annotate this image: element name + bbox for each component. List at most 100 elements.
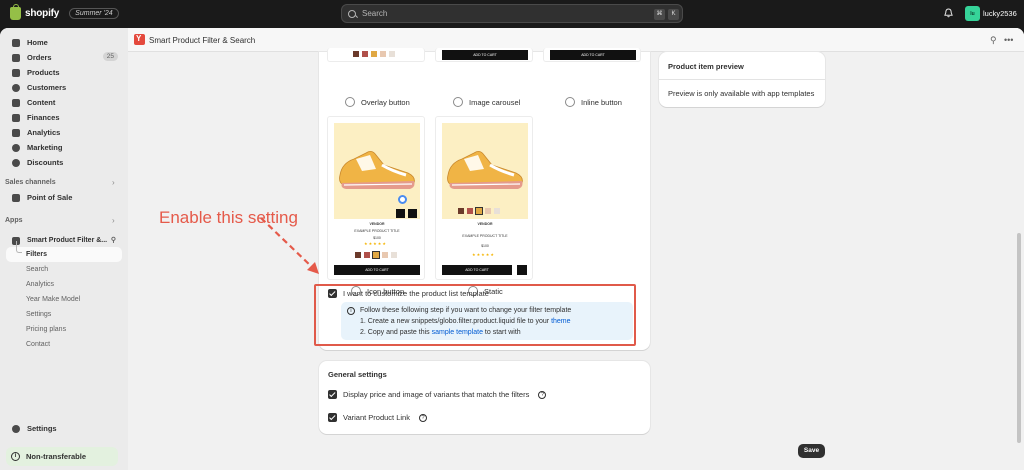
orders-count-badge: 25 bbox=[102, 52, 118, 61]
display-variant-price-checkbox[interactable]: Display price and image of variants that… bbox=[328, 390, 547, 399]
sneaker-image bbox=[339, 151, 415, 189]
sidebar-item-finances[interactable]: Finances bbox=[6, 110, 122, 125]
sidebar-subitem-contact[interactable]: Contact bbox=[26, 341, 50, 348]
sneaker-image bbox=[447, 151, 523, 189]
product-price: $100 bbox=[373, 236, 381, 240]
username: lucky2536 bbox=[983, 9, 1017, 18]
sidebar-subitem-analytics[interactable]: Analytics bbox=[26, 281, 54, 288]
app-title: Smart Product Filter & Search bbox=[149, 36, 256, 45]
save-button[interactable]: Save bbox=[798, 444, 825, 458]
star-rating: ★★★★★ bbox=[364, 241, 387, 246]
chevron-right-icon[interactable]: › bbox=[112, 216, 115, 225]
sidebar-item-customers[interactable]: Customers bbox=[6, 80, 122, 95]
template-preview-icon-button[interactable]: VENDOR EXAMPLE PRODUCT TITLE $100 ★★★★★ … bbox=[327, 116, 425, 280]
sidebar-item-label: Content bbox=[27, 98, 56, 107]
shopify-logo[interactable]: shopify Summer '24 bbox=[10, 4, 119, 20]
vendor-label: VENDOR bbox=[369, 222, 385, 226]
apps-heading[interactable]: Apps bbox=[5, 217, 23, 224]
shortcut-cmd-key: ⌘ bbox=[654, 9, 665, 20]
product-price: $100 bbox=[481, 244, 489, 248]
option-inline-button[interactable]: Inline button bbox=[565, 97, 622, 107]
top-bar: shopify Summer '24 Search ⌘ K lu lucky25… bbox=[0, 0, 1024, 28]
sidebar-item-label: Products bbox=[27, 68, 60, 77]
add-to-cart-button: ADD TO CART bbox=[442, 265, 512, 275]
annotation-arrow-icon bbox=[260, 217, 319, 274]
annotation-highlight-box bbox=[314, 284, 636, 346]
vendor-label: VENDOR bbox=[477, 222, 493, 226]
sidebar-subitem-year-make-model[interactable]: Year Make Model bbox=[26, 296, 80, 303]
radio-button[interactable] bbox=[565, 97, 575, 107]
info-icon: i bbox=[11, 452, 20, 461]
sidebar-subitem-filters[interactable]: Filters bbox=[26, 251, 47, 258]
tag-icon bbox=[12, 68, 20, 77]
option-overlay-button[interactable]: Overlay button bbox=[345, 97, 410, 107]
variant-product-link-checkbox[interactable]: Variant Product Link ? bbox=[328, 413, 427, 422]
sidebar-subitem-settings[interactable]: Settings bbox=[26, 311, 51, 318]
sidebar-item-app[interactable]: Smart Product Filter &... ⚲ bbox=[6, 233, 122, 248]
shortcut-k-key: K bbox=[668, 9, 679, 20]
general-settings-card: General settings Display price and image… bbox=[319, 361, 650, 434]
bank-icon bbox=[12, 113, 20, 122]
sidebar-item-label: Discounts bbox=[27, 158, 64, 167]
non-transferable-badge[interactable]: i Non-transferable bbox=[6, 447, 118, 466]
non-transferable-label: Non-transferable bbox=[26, 452, 87, 461]
radio-button[interactable] bbox=[345, 97, 355, 107]
sidebar-item-products[interactable]: Products bbox=[6, 65, 122, 80]
sidebar-item-home[interactable]: Home bbox=[6, 35, 122, 50]
chevron-right-icon[interactable]: › bbox=[112, 178, 115, 187]
search-bar[interactable]: Search ⌘ K bbox=[341, 4, 683, 23]
add-to-cart-button: ADD TO CART bbox=[442, 50, 528, 60]
add-to-cart-button: ADD TO CART bbox=[334, 265, 420, 275]
radio-button[interactable] bbox=[453, 97, 463, 107]
sidebar-subitem-search[interactable]: Search bbox=[26, 266, 48, 273]
divider bbox=[659, 79, 825, 80]
pin-icon[interactable]: ⚲ bbox=[990, 35, 997, 46]
checkbox[interactable] bbox=[328, 413, 337, 422]
help-icon[interactable]: ? bbox=[418, 413, 427, 422]
product-item-preview-card: Product item preview Preview is only ava… bbox=[659, 52, 825, 107]
sidebar-item-content[interactable]: Content bbox=[6, 95, 122, 110]
sidebar-item-marketing[interactable]: Marketing bbox=[6, 140, 122, 155]
search-icon bbox=[348, 9, 356, 18]
sidebar-item-point-of-sale[interactable]: Point of Sale bbox=[6, 190, 122, 205]
option-image-carousel[interactable]: Image carousel bbox=[453, 97, 520, 107]
home-icon bbox=[12, 38, 20, 47]
avatar: lu bbox=[965, 6, 980, 21]
active-subitem-highlight bbox=[6, 247, 122, 262]
pin-icon[interactable]: ⚲ bbox=[111, 236, 116, 244]
brand-name: shopify bbox=[25, 8, 60, 19]
discount-icon bbox=[12, 158, 20, 167]
option-label: Overlay button bbox=[361, 97, 410, 107]
sidebar-item-label: Settings bbox=[27, 424, 57, 433]
checkbox[interactable] bbox=[328, 390, 337, 399]
pos-icon bbox=[12, 193, 20, 202]
sidebar-item-label: Home bbox=[27, 38, 48, 47]
person-icon bbox=[12, 83, 20, 92]
sidebar-subitem-pricing-plans[interactable]: Pricing plans bbox=[26, 326, 66, 333]
shopify-bag-icon bbox=[10, 4, 21, 20]
gear-icon bbox=[12, 424, 20, 433]
template-preview-overlay[interactable] bbox=[327, 48, 425, 62]
user-menu[interactable]: lu lucky2536 bbox=[965, 6, 1017, 21]
sidebar-item-analytics[interactable]: Analytics bbox=[6, 125, 122, 140]
scrollbar[interactable] bbox=[1017, 233, 1021, 443]
sidebar-item-label: Point of Sale bbox=[27, 193, 73, 202]
sidebar-item-settings[interactable]: Settings bbox=[6, 421, 122, 436]
sidebar-item-orders[interactable]: Orders 25 bbox=[6, 50, 122, 65]
template-preview-static[interactable]: VENDOR EXAMPLE PRODUCT TITLE $100 ★★★★★ … bbox=[435, 116, 533, 280]
sales-channels-heading[interactable]: Sales channels bbox=[5, 179, 56, 186]
edition-badge: Summer '24 bbox=[69, 8, 119, 19]
template-preview-inline[interactable]: ADD TO CART bbox=[543, 48, 641, 62]
sidebar-item-label: Customers bbox=[27, 83, 67, 92]
bell-icon[interactable] bbox=[944, 8, 953, 18]
template-preview-carousel[interactable]: ADD TO CART bbox=[435, 48, 533, 62]
general-settings-title: General settings bbox=[328, 370, 387, 379]
help-icon[interactable]: ? bbox=[538, 390, 547, 399]
option-label: Image carousel bbox=[469, 97, 521, 107]
content-icon bbox=[12, 98, 20, 107]
ellipsis-icon[interactable]: ••• bbox=[1004, 35, 1013, 45]
sidebar-item-label: Orders bbox=[27, 53, 52, 62]
chart-icon bbox=[12, 128, 20, 137]
sidebar-item-discounts[interactable]: Discounts bbox=[6, 155, 122, 170]
orders-icon bbox=[12, 53, 20, 62]
